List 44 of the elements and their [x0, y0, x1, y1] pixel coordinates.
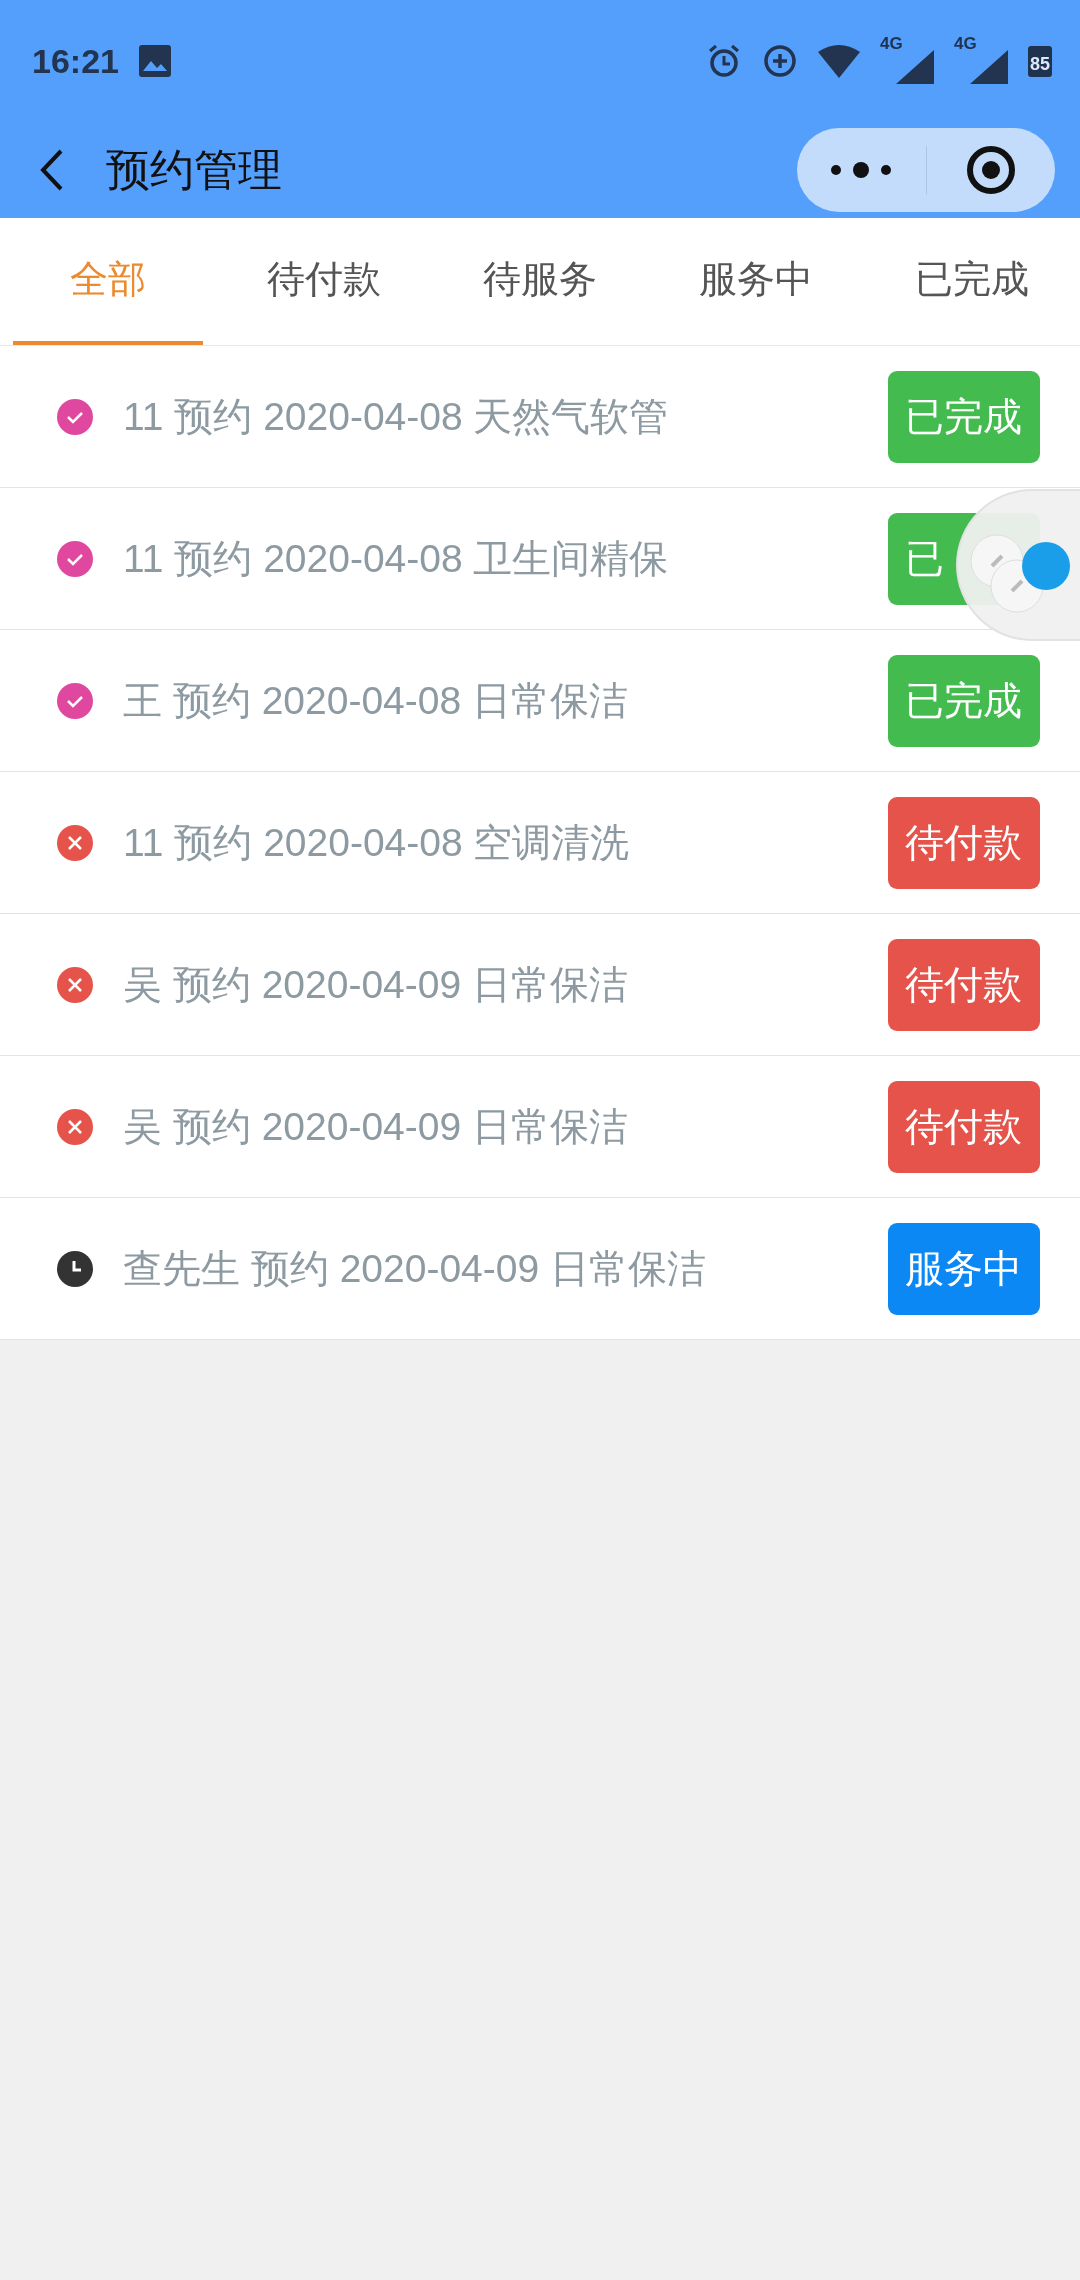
check-circle-icon — [57, 398, 93, 435]
appointment-row[interactable]: 查先生 预约 2020-04-09 日常保洁 服务中 — [0, 1198, 1080, 1340]
appointment-text: 吴 预约 2020-04-09 日常保洁 — [123, 961, 629, 1008]
appointment-text: 王 预约 2020-04-08 日常保洁 — [123, 677, 629, 724]
wifi-icon — [817, 44, 860, 78]
floating-menu[interactable] — [956, 489, 1080, 641]
appointment-text: 11 预约 2020-04-08 空调清洗 — [123, 819, 631, 866]
cross-circle-icon — [57, 824, 93, 861]
network-label: 4G — [879, 34, 903, 54]
clock-icon — [57, 1250, 93, 1287]
appointment-text: 查先生 预约 2020-04-09 日常保洁 — [123, 1245, 707, 1292]
appointment-row[interactable]: 11 预约 2020-04-08 天然气软管 已完成 — [0, 346, 1080, 488]
filter-tab[interactable]: 待服务 — [445, 218, 635, 345]
cross-circle-icon — [57, 1108, 93, 1145]
more-icon — [830, 162, 893, 178]
page-title: 预约管理 — [106, 143, 282, 196]
status-time: 16:21 — [32, 41, 119, 81]
check-circle-icon — [57, 682, 93, 719]
filter-tab[interactable]: 待付款 — [229, 218, 419, 345]
back-icon[interactable] — [40, 148, 64, 192]
signal-icon — [969, 50, 1008, 84]
appointment-row[interactable]: 吴 预约 2020-04-09 日常保洁 待付款 — [0, 1056, 1080, 1198]
status-badge: 待付款 — [888, 1080, 1040, 1173]
appointment-text: 吴 预约 2020-04-09 日常保洁 — [123, 1103, 629, 1150]
status-badge: 服务中 — [888, 1222, 1040, 1315]
signal-icon — [895, 50, 934, 84]
image-icon — [138, 45, 171, 77]
appointment-text: 11 预约 2020-04-08 天然气软管 — [123, 393, 670, 440]
cross-circle-icon — [57, 966, 93, 1003]
plus-circle-icon — [761, 43, 798, 79]
appointment-row[interactable]: 吴 预约 2020-04-09 日常保洁 待付款 — [0, 914, 1080, 1056]
appointment-row[interactable]: 11 预约 2020-04-08 空调清洗 待付款 — [0, 772, 1080, 914]
status-badge: 待付款 — [888, 796, 1040, 889]
status-badge: 待付款 — [888, 938, 1040, 1031]
network-label: 4G — [953, 34, 977, 54]
appointment-row[interactable]: 王 预约 2020-04-08 日常保洁 已完成 — [0, 630, 1080, 772]
status-badge: 已完成 — [888, 370, 1040, 463]
status-badge: 已完成 — [888, 654, 1040, 747]
filter-tab[interactable]: 服务中 — [661, 218, 851, 345]
appointment-text: 11 预约 2020-04-08 卫生间精保 — [123, 535, 670, 582]
target-icon — [965, 145, 1016, 195]
check-circle-icon — [57, 540, 93, 577]
filter-tab[interactable]: 已完成 — [877, 218, 1067, 345]
battery-level: 85 — [1027, 45, 1052, 77]
